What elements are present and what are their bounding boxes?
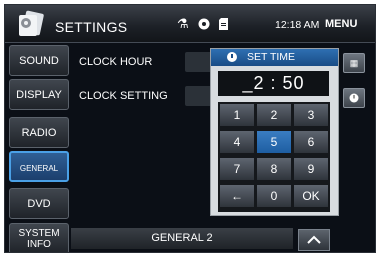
page-up-button[interactable] bbox=[298, 229, 330, 251]
grid-icon: ▦ bbox=[349, 58, 359, 68]
chevron-up-icon bbox=[307, 235, 321, 244]
key-5[interactable]: 5 bbox=[257, 131, 291, 153]
status-icons: ⚗ bbox=[177, 16, 228, 32]
sidebar-item-system-info[interactable]: SYSTEM INFO bbox=[9, 223, 69, 252]
clock-setting-label: CLOCK SETTING bbox=[79, 90, 168, 102]
key-8[interactable]: 8 bbox=[257, 158, 291, 180]
page-indicator: GENERAL 2 bbox=[71, 228, 293, 249]
key-3[interactable]: 3 bbox=[294, 104, 328, 126]
key-6[interactable]: 6 bbox=[294, 131, 328, 153]
usb-icon: ⚗ bbox=[177, 16, 189, 31]
key-7[interactable]: 7 bbox=[220, 158, 254, 180]
sidebar-item-dvd[interactable]: DVD bbox=[9, 188, 69, 219]
clock-hour-label: CLOCK HOUR bbox=[79, 56, 153, 68]
clock-set-button[interactable] bbox=[343, 88, 365, 108]
backspace-key[interactable]: ← bbox=[220, 185, 254, 207]
clock-display: 12:18 AM bbox=[275, 19, 320, 31]
key-4[interactable]: 4 bbox=[220, 131, 254, 153]
menu-button[interactable]: MENU bbox=[325, 18, 357, 30]
sidebar-item-label: RADIO bbox=[21, 127, 57, 139]
sidebar-item-display[interactable]: DISPLAY bbox=[9, 79, 69, 110]
numeric-keypad: 1 2 3 4 5 6 7 8 9 ← 0 OK bbox=[218, 102, 330, 212]
sd-card-icon bbox=[218, 18, 228, 30]
sidebar-item-label: SYSTEM bbox=[18, 228, 60, 239]
sidebar-item-label: DVD bbox=[27, 198, 51, 210]
sidebar-item-sound[interactable]: SOUND bbox=[9, 45, 69, 76]
key-1[interactable]: 1 bbox=[220, 104, 254, 126]
set-time-dialog: SET TIME _2 : 50 1 2 3 4 5 6 7 8 9 ← 0 O… bbox=[210, 48, 339, 216]
key-2[interactable]: 2 bbox=[257, 104, 291, 126]
dialog-title: SET TIME bbox=[247, 51, 296, 63]
clock-icon bbox=[349, 93, 359, 103]
clock-icon bbox=[227, 52, 237, 62]
sidebar-item-label: DISPLAY bbox=[16, 89, 62, 101]
sidebar-item-label: GENERAL bbox=[19, 164, 59, 173]
page-title: SETTINGS bbox=[55, 19, 128, 35]
time-entry-display: _2 : 50 bbox=[218, 71, 329, 96]
key-9[interactable]: 9 bbox=[294, 158, 328, 180]
disc-icon bbox=[198, 18, 210, 30]
settings-app-icon bbox=[19, 10, 44, 36]
key-0[interactable]: 0 bbox=[257, 185, 291, 207]
sidebar-item-label: INFO bbox=[27, 239, 51, 250]
set-time-header: SET TIME bbox=[211, 49, 338, 66]
top-bar: SETTINGS ⚗ 12:18 AM MENU bbox=[5, 5, 375, 43]
settings-screen: SETTINGS ⚗ 12:18 AM MENU SOUND DISPLAY R… bbox=[4, 4, 376, 253]
clock-format-button[interactable]: ▦ bbox=[343, 53, 365, 73]
sidebar-item-general[interactable]: GENERAL bbox=[9, 151, 69, 182]
sidebar-item-label: SOUND bbox=[19, 55, 59, 67]
ok-key[interactable]: OK bbox=[294, 185, 328, 207]
sidebar-item-radio[interactable]: RADIO bbox=[9, 117, 69, 148]
